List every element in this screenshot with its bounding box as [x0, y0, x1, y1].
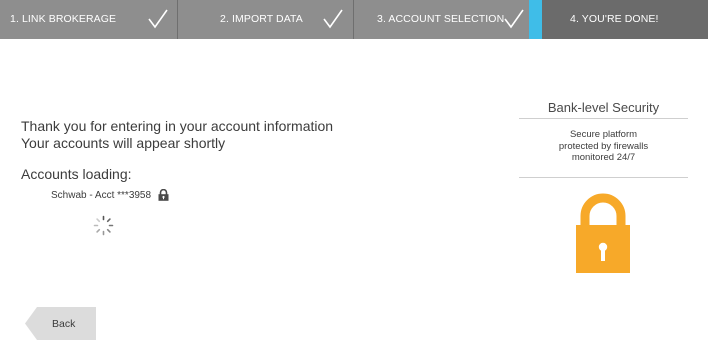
accounts-loading-heading: Accounts loading: [21, 166, 132, 182]
step-label: 4. YOU'RE DONE! [570, 13, 659, 25]
step-label: 2. IMPORT DATA [220, 13, 303, 25]
security-line: Secure platform [569, 129, 638, 140]
back-button[interactable]: Back [25, 307, 96, 340]
security-line: protected by firewalls [558, 140, 649, 152]
message-line: Your accounts will appear shortly [21, 135, 226, 151]
message-line: Thank you for entering in your account i… [21, 118, 334, 134]
checkmark-icon [504, 9, 524, 29]
security-title: Bank-level Security [547, 100, 660, 115]
step-account-selection: 3. ACCOUNT SELECTION [353, 0, 529, 39]
step-import-data: 2. IMPORT DATA [177, 0, 353, 39]
divider [519, 177, 688, 178]
step-youre-done: 4. YOU'RE DONE! [542, 0, 708, 39]
step-label: 1. LINK BROKERAGE [10, 13, 117, 25]
confirmation-message: Thank you for entering in your account i… [21, 118, 333, 152]
loading-spinner-icon [93, 215, 114, 236]
step-link-brokerage: 1. LINK BROKERAGE [0, 0, 177, 39]
account-item: Schwab - Acct ***3958 [51, 189, 169, 201]
account-name: Schwab - Acct ***3958 [51, 189, 152, 201]
security-line: monitored 24/7 [571, 152, 636, 163]
checkmark-icon [148, 9, 168, 29]
progress-stepper: 1. LINK BROKERAGE 2. IMPORT DATA 3. ACCO… [0, 0, 708, 39]
security-panel: Bank-level Security Secure platform prot… [519, 98, 688, 178]
padlock-icon [576, 193, 630, 273]
back-button-label: Back [52, 318, 76, 330]
security-description: Secure platform protected by firewalls m… [519, 119, 688, 177]
checkmark-icon [323, 9, 343, 29]
lock-icon [158, 189, 169, 201]
current-step-indicator [529, 0, 542, 39]
step-label: 3. ACCOUNT SELECTION [377, 13, 505, 25]
